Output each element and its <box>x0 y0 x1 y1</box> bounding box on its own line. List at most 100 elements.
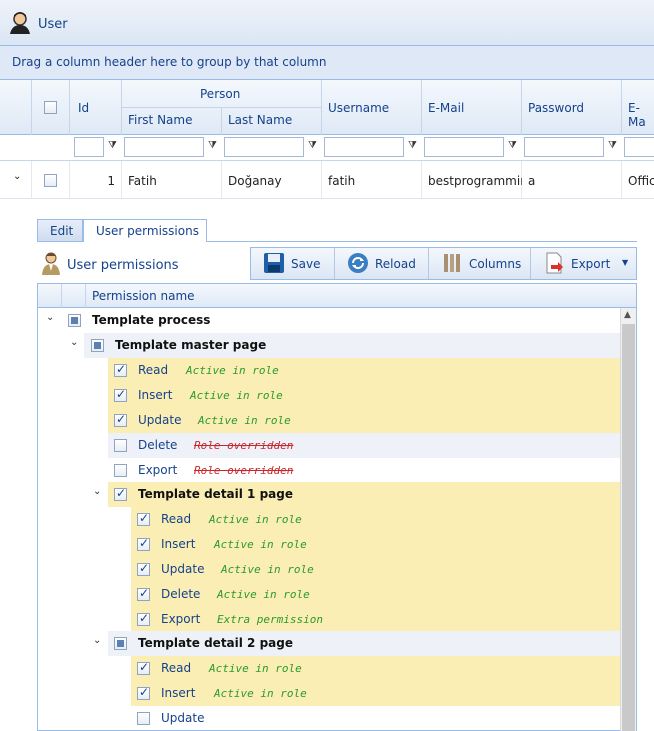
filter-input-password[interactable] <box>524 137 604 157</box>
node-checkbox[interactable] <box>91 339 104 352</box>
node-checkbox[interactable] <box>114 486 127 501</box>
tree-node-permission[interactable]: Insert Active in role <box>38 383 620 408</box>
filter-input-email[interactable] <box>424 137 504 157</box>
filter-icon[interactable]: ⧩ <box>208 140 218 152</box>
chevron-down-icon[interactable]: ⌄ <box>46 312 54 323</box>
filter-icon[interactable]: ⧩ <box>508 140 518 152</box>
tree-node-permission[interactable]: Delete Active in role <box>38 582 620 607</box>
tree-node-group[interactable]: ⌄ Template master page <box>38 333 620 358</box>
tree-node-permission[interactable]: Read Active in role <box>38 507 620 532</box>
tree-node-permission[interactable]: Read Active in role <box>38 656 620 681</box>
permission-checkbox[interactable] <box>114 412 127 427</box>
permission-checkbox[interactable] <box>137 712 150 725</box>
permission-checkbox[interactable] <box>137 685 150 700</box>
tab-strip-line <box>207 241 637 242</box>
chevron-down-icon[interactable]: ⌄ <box>93 486 101 497</box>
export-button[interactable]: Export ▼ <box>531 248 636 279</box>
permission-name: Insert <box>161 686 196 700</box>
tree-node-group[interactable]: ⌄ Template detail 1 page <box>38 482 620 507</box>
permission-name: Read <box>161 661 192 675</box>
permission-checkbox[interactable] <box>137 536 150 551</box>
filter-icon[interactable]: ⧩ <box>408 140 418 152</box>
tab-edit-label: Edit <box>50 224 74 238</box>
cell-password-value: a <box>528 174 536 188</box>
column-header-password[interactable]: Password <box>522 80 622 135</box>
filter-icon[interactable]: ⧩ <box>608 140 618 152</box>
column-header-username[interactable]: Username <box>322 80 422 135</box>
tree-node-permission[interactable]: Update Active in role <box>38 557 620 582</box>
permission-status: Active in role <box>190 389 283 402</box>
window-title: User <box>38 17 68 32</box>
row-checkbox[interactable] <box>44 174 57 187</box>
permission-checkbox[interactable] <box>137 611 150 626</box>
node-checkbox[interactable] <box>68 314 81 327</box>
permission-checkbox[interactable] <box>137 660 150 675</box>
filter-input-first-name[interactable] <box>124 137 204 157</box>
chevron-down-icon[interactable]: ⌄ <box>93 635 101 646</box>
filter-input-username[interactable] <box>324 137 404 157</box>
cell-first-name-value: Fatih <box>128 174 157 188</box>
tree-node-permission[interactable]: Export Extra permission <box>38 607 620 632</box>
node-label: Template master page <box>115 338 267 352</box>
user-permissions-icon <box>42 252 60 275</box>
tree-node-permission[interactable]: Insert Active in role <box>38 532 620 557</box>
filter-icon[interactable]: ⧩ <box>308 140 318 152</box>
permission-status: Active in role <box>209 662 302 675</box>
tree-node-permission[interactable]: Update <box>38 706 620 731</box>
scrollbar-thumb[interactable] <box>622 324 635 731</box>
columns-button[interactable]: Columns <box>429 248 531 279</box>
vertical-scrollbar[interactable]: ▲ <box>620 308 636 731</box>
select-all-checkbox[interactable] <box>44 101 57 114</box>
tree-node-root[interactable]: ⌄ Template process <box>38 308 620 333</box>
filter-icon[interactable]: ⧩ <box>108 140 118 152</box>
panel-title: User permissions <box>67 258 179 273</box>
column-header-first-name[interactable]: First Name <box>122 108 222 135</box>
columns-icon <box>444 254 460 272</box>
permission-checkbox[interactable] <box>114 362 127 377</box>
permission-checkbox[interactable] <box>137 586 150 601</box>
row-select-cell[interactable] <box>32 161 70 199</box>
node-checkbox[interactable] <box>114 637 127 650</box>
tab-strip-line <box>37 241 83 242</box>
row-background <box>108 433 620 458</box>
filter-input-email2[interactable] <box>624 137 654 157</box>
permission-checkbox[interactable] <box>137 561 150 576</box>
save-button-label: Save <box>291 257 321 271</box>
reload-button[interactable]: Reload <box>335 248 429 279</box>
column-header-permission-name[interactable]: Permission name <box>92 289 195 303</box>
permission-checkbox[interactable] <box>114 464 127 477</box>
permission-checkbox[interactable] <box>137 511 150 526</box>
column-header-email2[interactable]: E-Ma <box>622 80 654 135</box>
save-button[interactable]: Save <box>251 248 335 279</box>
chevron-down-icon[interactable]: ⌄ <box>13 171 21 182</box>
permission-checkbox[interactable] <box>114 439 127 452</box>
tree-node-permission[interactable]: Insert Active in role <box>38 681 620 706</box>
column-header-email2-label: E-Ma <box>628 101 646 129</box>
select-column-header[interactable] <box>32 80 70 135</box>
chevron-down-icon[interactable]: ⌄ <box>70 337 78 348</box>
scroll-up-icon[interactable]: ▲ <box>624 310 631 320</box>
column-header-last-name[interactable]: Last Name <box>222 108 322 135</box>
group-by-bar[interactable]: Drag a column header here to group by th… <box>0 46 654 80</box>
tree-node-permission[interactable]: Delete Role overridden <box>38 433 620 458</box>
reload-button-label: Reload <box>375 257 416 271</box>
permission-checkbox[interactable] <box>114 387 127 402</box>
tree-node-group[interactable]: ⌄ Template detail 2 page <box>38 631 620 656</box>
user-icon <box>10 12 30 34</box>
permission-status: Active in role <box>214 538 307 551</box>
dropdown-arrow-icon[interactable]: ▼ <box>622 258 628 267</box>
filter-input-last-name[interactable] <box>224 137 304 157</box>
filter-input-id[interactable] <box>74 137 104 157</box>
tab-edit[interactable]: Edit <box>37 219 83 241</box>
permission-status: Active in role <box>186 364 279 377</box>
row-expand-cell[interactable]: ⌄ <box>0 161 32 199</box>
column-header-email[interactable]: E-Mail <box>422 80 522 135</box>
cell-last-name-value: Doğanay <box>228 174 282 188</box>
tree-node-permission[interactable]: Update Active in role <box>38 408 620 433</box>
column-header-id[interactable]: Id <box>70 80 122 135</box>
tab-user-permissions[interactable]: User permissions <box>83 219 207 242</box>
row-background <box>131 656 620 681</box>
table-row[interactable]: ⌄ 1 Fatih Doğanay fatih bestprogrammin a… <box>0 161 654 199</box>
tree-node-permission[interactable]: Export Role overridden <box>38 458 620 483</box>
tree-node-permission[interactable]: Read Active in role <box>38 358 620 383</box>
